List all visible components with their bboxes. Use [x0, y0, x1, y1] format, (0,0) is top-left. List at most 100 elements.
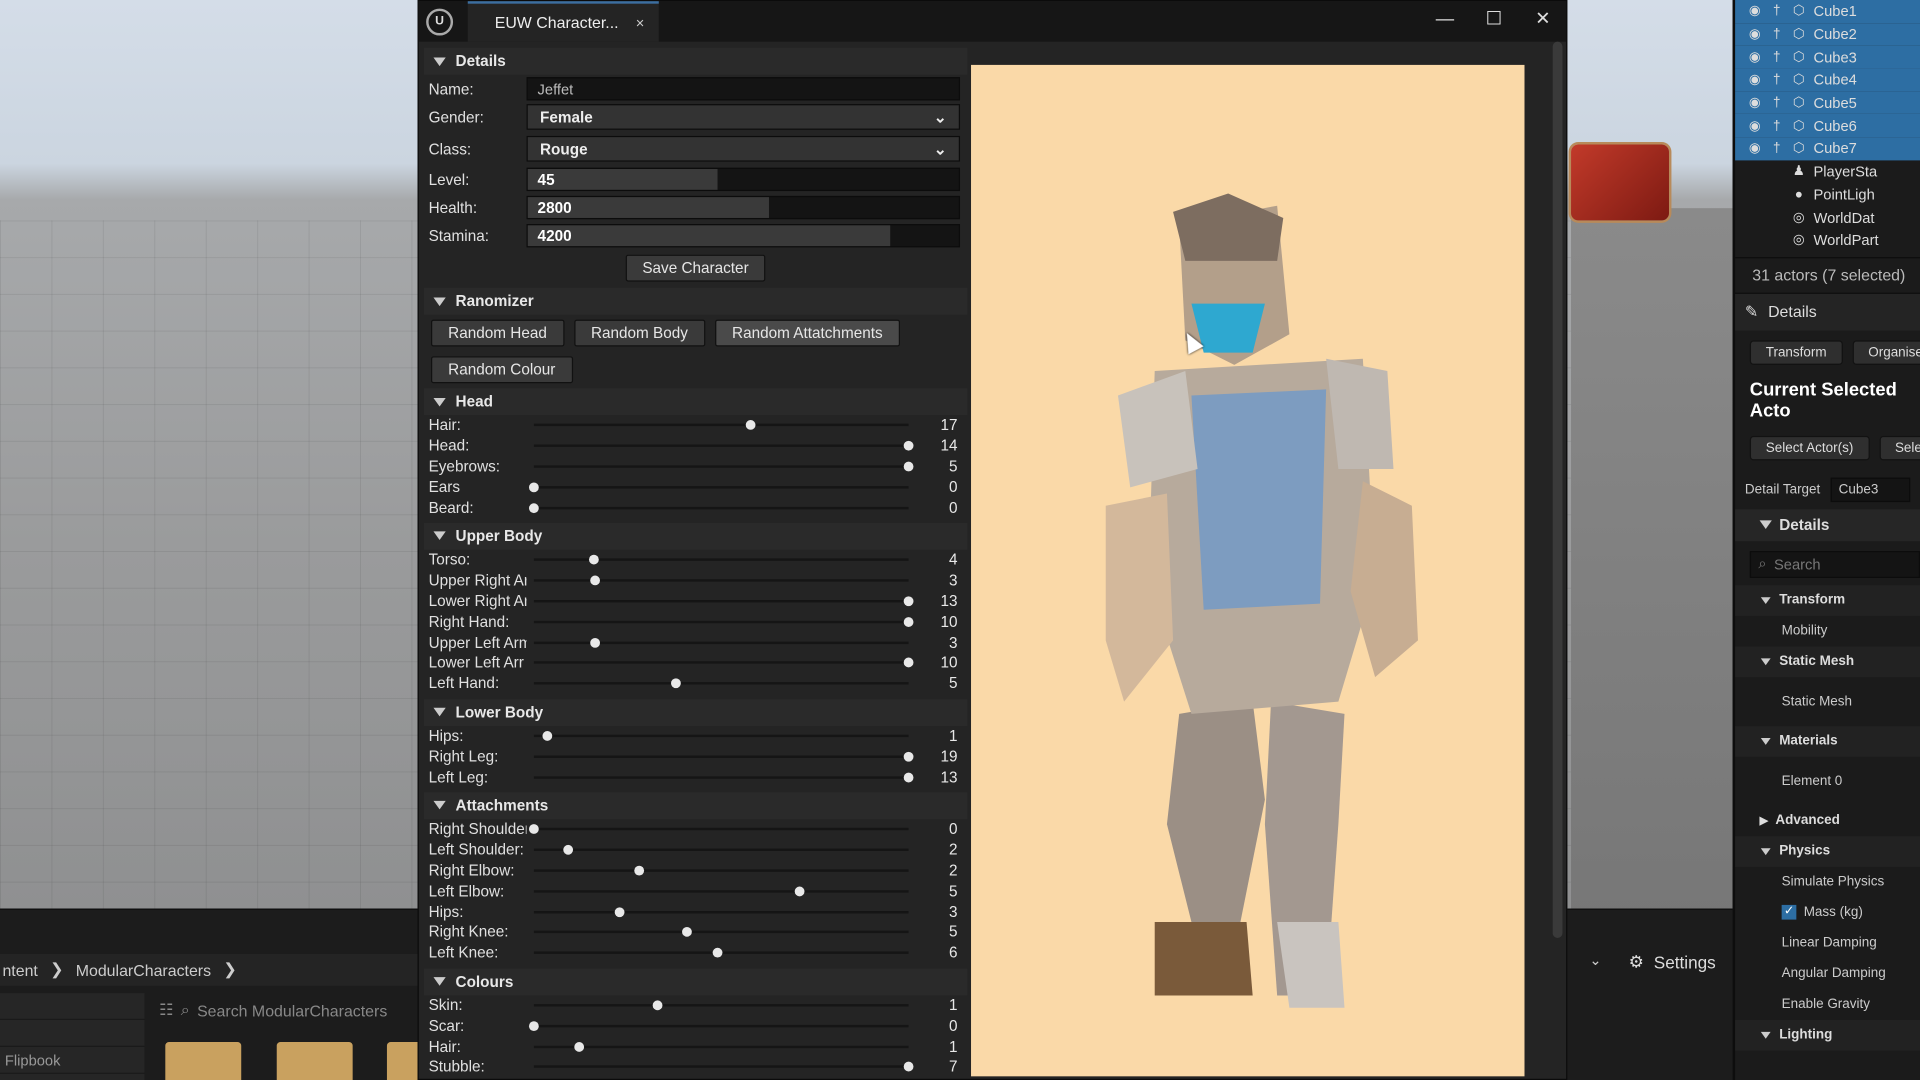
eye-icon[interactable]: ◉ — [1747, 27, 1762, 42]
slider-handle[interactable] — [528, 482, 539, 492]
outliner-row[interactable]: ◎ WorldDat — [1735, 206, 1920, 229]
slider-handle[interactable] — [903, 751, 914, 762]
details-category[interactable]: Lighting — [1735, 1019, 1920, 1051]
slider-track[interactable] — [533, 995, 909, 1015]
folder-tile[interactable] — [165, 1042, 242, 1080]
detail-target-field[interactable]: Cube3 — [1830, 477, 1911, 502]
section-head[interactable]: Head — [423, 388, 968, 416]
filter-icon[interactable]: ☷ — [159, 1000, 173, 1020]
section-attachments[interactable]: Attachments — [423, 792, 968, 820]
slider-handle[interactable] — [795, 886, 805, 897]
red-cube-mesh[interactable] — [1571, 144, 1669, 221]
random-colour-button[interactable]: Random Colour — [431, 356, 573, 384]
transform-tab-button[interactable]: Transform — [1749, 339, 1843, 365]
slider-track[interactable] — [533, 571, 909, 591]
chevron-right-icon[interactable]: ❯ — [223, 960, 236, 980]
section-lower-body[interactable]: Lower Body — [423, 698, 968, 726]
close-tab-icon[interactable]: × — [636, 14, 645, 31]
slider-handle[interactable] — [903, 772, 914, 782]
slider-handle[interactable] — [712, 947, 723, 958]
eye-icon[interactable] — [1747, 210, 1762, 225]
slider-handle[interactable] — [528, 1020, 539, 1031]
select-button[interactable]: Selec — [1879, 435, 1920, 460]
class-dropdown[interactable]: Rouge ⌄ — [526, 135, 961, 162]
slider-handle[interactable] — [588, 555, 599, 565]
eye-icon[interactable] — [1747, 164, 1762, 179]
health-spinbox[interactable]: 2800 — [526, 195, 961, 220]
pin-icon[interactable]: † — [1769, 73, 1784, 88]
maximize-button[interactable]: ☐ — [1472, 4, 1516, 38]
pin-icon[interactable]: † — [1769, 141, 1784, 156]
pin-icon[interactable] — [1769, 164, 1784, 179]
slider-handle[interactable] — [682, 927, 693, 938]
pin-icon[interactable]: † — [1769, 27, 1784, 42]
slider-handle[interactable] — [903, 596, 914, 607]
minimize-button[interactable]: — — [1423, 4, 1467, 38]
settings-button[interactable]: ⚙ Settings — [1629, 951, 1716, 972]
pin-icon[interactable]: † — [1769, 96, 1784, 111]
eye-icon[interactable]: ◉ — [1747, 73, 1762, 88]
slider-track[interactable] — [533, 747, 914, 767]
slider-track[interactable] — [533, 943, 909, 963]
slider-handle[interactable] — [903, 616, 914, 627]
breadcrumb-folder[interactable]: ModularCharacters — [76, 961, 211, 979]
pin-icon[interactable]: † — [1769, 119, 1784, 134]
pin-icon[interactable] — [1769, 210, 1784, 225]
slider-track[interactable] — [533, 633, 909, 653]
level-spinbox[interactable]: 45 — [526, 167, 961, 192]
window-titlebar[interactable]: U EUW Character... × — ☐ ✕ — [418, 1, 1567, 42]
slider-track[interactable] — [533, 767, 914, 787]
stamina-spinbox[interactable]: 4200 — [526, 224, 961, 248]
outliner-row[interactable]: ◎ WorldPart — [1735, 229, 1920, 252]
slider-track[interactable] — [528, 820, 909, 840]
slider-track[interactable] — [528, 498, 909, 518]
slider-track[interactable] — [533, 1037, 909, 1057]
details-category[interactable]: Materials — [1735, 725, 1920, 757]
outliner-row[interactable]: ◉ † ⬡ Cube5 — [1735, 91, 1920, 115]
outliner-row[interactable]: ◉ † ⬡ Cube7 — [1735, 137, 1920, 161]
outliner-row[interactable]: ◉ † ⬡ Cube4 — [1735, 68, 1920, 92]
outliner-row[interactable]: ♟ PlayerSta — [1735, 160, 1920, 183]
checkbox[interactable]: ✓ — [1781, 904, 1797, 920]
slider-handle[interactable] — [746, 420, 757, 431]
slider-track[interactable] — [533, 416, 909, 436]
slider-track[interactable] — [528, 1016, 909, 1036]
folder-tile[interactable] — [276, 1042, 353, 1080]
chevron-down-icon[interactable]: ⌄ — [1571, 951, 1620, 980]
pin-icon[interactable] — [1769, 233, 1784, 248]
slider-track[interactable] — [533, 674, 909, 694]
slider-track[interactable] — [533, 902, 909, 922]
slider-handle[interactable] — [528, 824, 539, 835]
slider-track[interactable] — [533, 726, 909, 746]
slider-handle[interactable] — [633, 865, 644, 876]
save-character-button[interactable]: Save Character — [625, 254, 766, 282]
slider-track[interactable] — [528, 477, 909, 497]
gender-dropdown[interactable]: Female ⌄ — [526, 104, 961, 130]
pin-icon[interactable]: † — [1769, 50, 1784, 65]
random-attachments-button[interactable]: Random Attatchments — [714, 319, 900, 347]
slider-handle[interactable] — [528, 502, 539, 513]
outliner-row[interactable]: ◉ † ⬡ Cube6 — [1735, 114, 1920, 138]
eye-icon[interactable]: ◉ — [1747, 50, 1762, 65]
pin-icon[interactable]: † — [1769, 4, 1784, 19]
slider-track[interactable] — [533, 436, 914, 456]
slider-track[interactable] — [533, 591, 914, 611]
folder-tile[interactable] — [386, 1042, 422, 1080]
details-tab[interactable]: ✎ Details — [1735, 293, 1920, 331]
details-category[interactable]: ▶ Advanced — [1735, 805, 1920, 836]
eye-icon[interactable]: ◉ — [1747, 4, 1762, 19]
slider-track[interactable] — [533, 881, 909, 901]
details-subsection[interactable]: Details — [1735, 508, 1920, 541]
name-field[interactable]: Jeffet — [526, 77, 961, 101]
slider-track[interactable] — [533, 653, 914, 673]
organise-tab-button[interactable]: Organise — [1852, 339, 1920, 365]
slider-handle[interactable] — [590, 575, 601, 586]
eye-icon[interactable]: ◉ — [1747, 96, 1762, 111]
section-details[interactable]: Details — [423, 47, 968, 75]
slider-handle[interactable] — [671, 678, 682, 689]
window-scrollbar[interactable] — [1552, 41, 1563, 938]
random-head-button[interactable]: Random Head — [431, 319, 565, 347]
eye-icon[interactable]: ◉ — [1747, 141, 1762, 156]
section-colours[interactable]: Colours — [423, 968, 968, 995]
slider-handle[interactable] — [652, 1000, 663, 1011]
